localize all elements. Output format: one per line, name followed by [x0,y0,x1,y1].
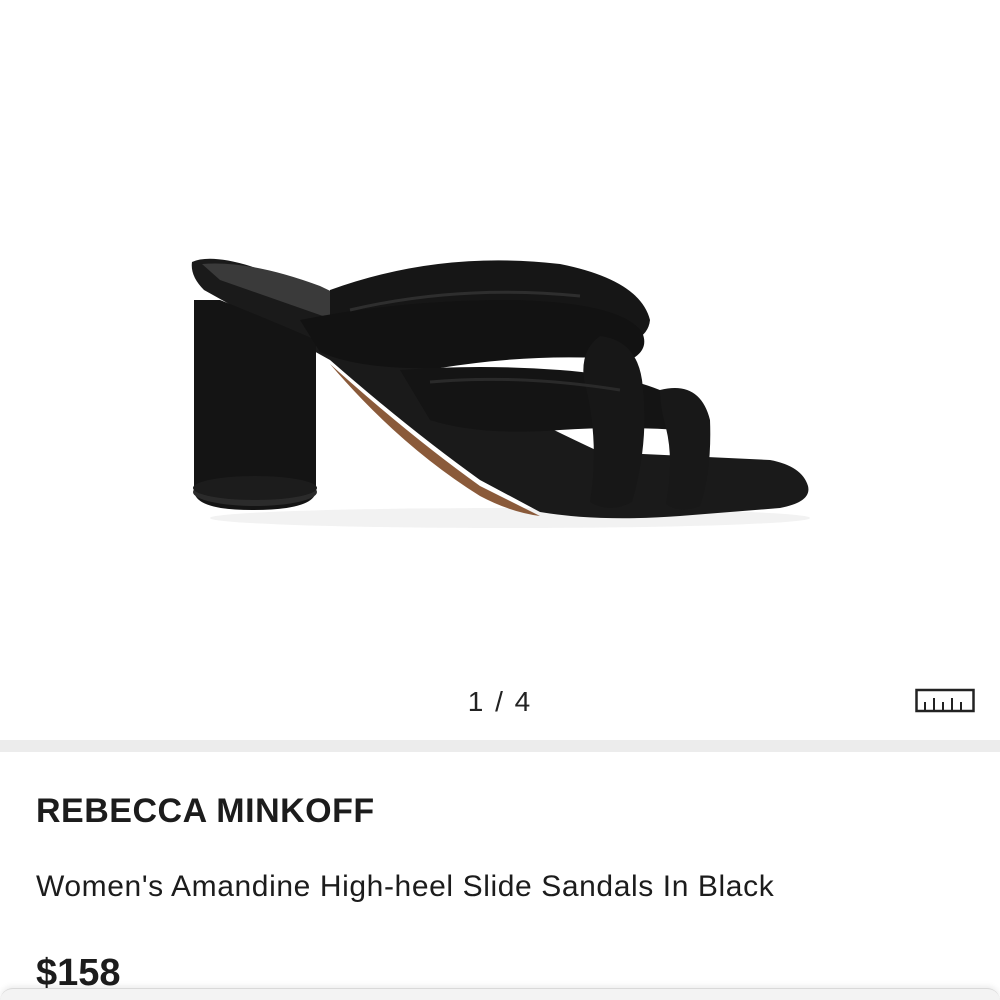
product-image[interactable] [180,240,820,540]
bottom-sheet-edge[interactable] [0,988,1000,1000]
product-image-gallery[interactable]: 1 / 4 [0,0,1000,740]
section-divider [0,740,1000,752]
product-title: Women's Amandine High-heel Slide Sandals… [36,870,775,903]
image-pager: 1 / 4 [467,686,533,717]
ruler-icon[interactable] [915,686,975,714]
brand-name[interactable]: REBECCA MINKOFF [36,792,375,831]
product-info: REBECCA MINKOFF Women's Amandine High-he… [0,752,1000,1000]
product-page: 1 / 4 REBECCA MINKOFF Women's Amandine H… [0,0,1000,1000]
